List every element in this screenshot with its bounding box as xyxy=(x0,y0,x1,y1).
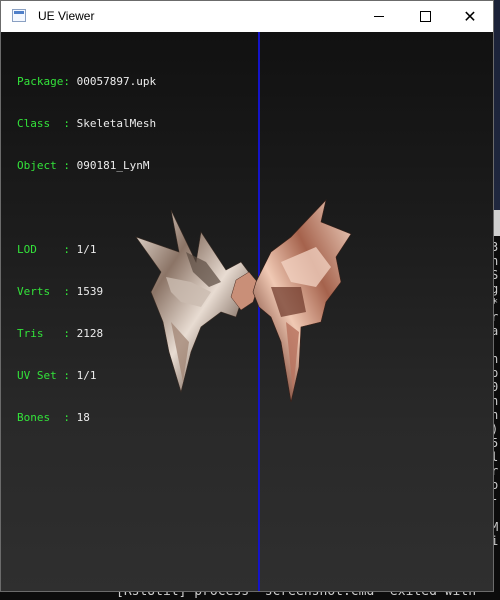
minimize-icon xyxy=(374,16,384,17)
info-class: Class : SkeletalMesh xyxy=(17,117,157,130)
app-window: UE Viewer ✕ Package: 00057897.upk Class … xyxy=(0,0,494,592)
info-object: Object : 090181_LynM xyxy=(17,159,150,172)
close-button[interactable]: ✕ xyxy=(447,1,493,32)
app-window-icon xyxy=(12,9,26,22)
maximize-button[interactable] xyxy=(402,1,448,32)
info-bones: Bones : 18 xyxy=(17,411,90,424)
window-title: UE Viewer xyxy=(38,9,95,23)
title-bar[interactable]: UE Viewer ✕ xyxy=(1,1,493,32)
minimize-button[interactable] xyxy=(356,1,402,32)
maximize-icon xyxy=(419,11,431,22)
3d-viewport[interactable]: Package: 00057897.upk Class : SkeletalMe… xyxy=(1,32,493,591)
skeletal-mesh-render xyxy=(135,198,352,402)
info-package: Package: 00057897.upk xyxy=(17,75,157,88)
close-icon: ✕ xyxy=(463,6,477,26)
